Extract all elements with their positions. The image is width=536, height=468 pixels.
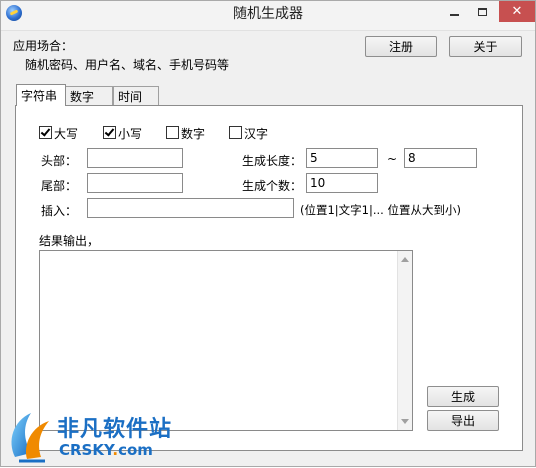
length-max-input[interactable]: 8: [404, 148, 477, 168]
output-label: 结果输出，: [39, 234, 100, 248]
lowercase-label: 小写: [118, 127, 143, 141]
minimize-button[interactable]: [441, 1, 467, 22]
insert-input[interactable]: [87, 198, 294, 218]
scroll-down-arrow-icon[interactable]: [401, 419, 409, 424]
chinese-checkbox[interactable]: [229, 126, 242, 139]
insert-hint: (位置1|文字1|... 位置从大到小): [300, 203, 461, 217]
close-button[interactable]: ✕: [499, 1, 535, 22]
about-button[interactable]: 关于: [449, 36, 522, 57]
check-icon: [40, 126, 51, 137]
digits-checkbox[interactable]: [166, 126, 179, 139]
head-label: 头部：: [41, 154, 78, 168]
export-button[interactable]: 导出: [427, 410, 499, 431]
tab-time[interactable]: 时间: [113, 86, 159, 105]
usage-label: 应用场合：: [13, 39, 74, 53]
app-window: 随机生成器 ✕ 应用场合： 随机密码、用户名、域名、手机号码等 注册 关于 字符…: [0, 0, 536, 467]
watermark-logo-icon: [11, 413, 49, 463]
tail-input[interactable]: [87, 173, 183, 193]
chinese-label: 汉字: [244, 127, 269, 141]
length-separator: ~: [387, 152, 398, 166]
length-label: 生成长度：: [242, 154, 303, 168]
watermark-brand: 非凡软件站: [57, 417, 173, 442]
check-icon: [104, 126, 115, 137]
count-input[interactable]: 10: [306, 173, 378, 193]
watermark-domain-main: CRSKY: [59, 441, 113, 459]
length-min-input[interactable]: 5: [306, 148, 378, 168]
minimize-icon: [449, 13, 459, 16]
lowercase-checkbox[interactable]: [103, 126, 116, 139]
usage-description: 随机密码、用户名、域名、手机号码等: [25, 58, 230, 72]
output-scrollbar[interactable]: [397, 251, 412, 430]
watermark-domain-tld: com: [118, 441, 153, 459]
tab-number[interactable]: 数字: [65, 86, 113, 105]
close-icon: ✕: [511, 4, 523, 19]
watermark: 非凡软件站 CRSKY.com: [1, 401, 171, 468]
generate-button[interactable]: 生成: [427, 386, 499, 407]
register-button[interactable]: 注册: [365, 36, 437, 57]
count-label: 生成个数：: [242, 179, 303, 193]
uppercase-label: 大写: [54, 127, 79, 141]
tail-label: 尾部：: [41, 179, 78, 193]
watermark-domain: CRSKY.com: [59, 441, 153, 459]
digits-label: 数字: [181, 127, 206, 141]
tab-string[interactable]: 字符串: [16, 84, 66, 106]
uppercase-checkbox[interactable]: [39, 126, 52, 139]
scroll-up-arrow-icon[interactable]: [401, 257, 409, 262]
title-bar: 随机生成器 ✕: [1, 1, 535, 31]
maximize-button[interactable]: [469, 1, 495, 22]
head-input[interactable]: [87, 148, 183, 168]
maximize-icon: [477, 7, 487, 16]
insert-label: 插入：: [41, 204, 78, 218]
